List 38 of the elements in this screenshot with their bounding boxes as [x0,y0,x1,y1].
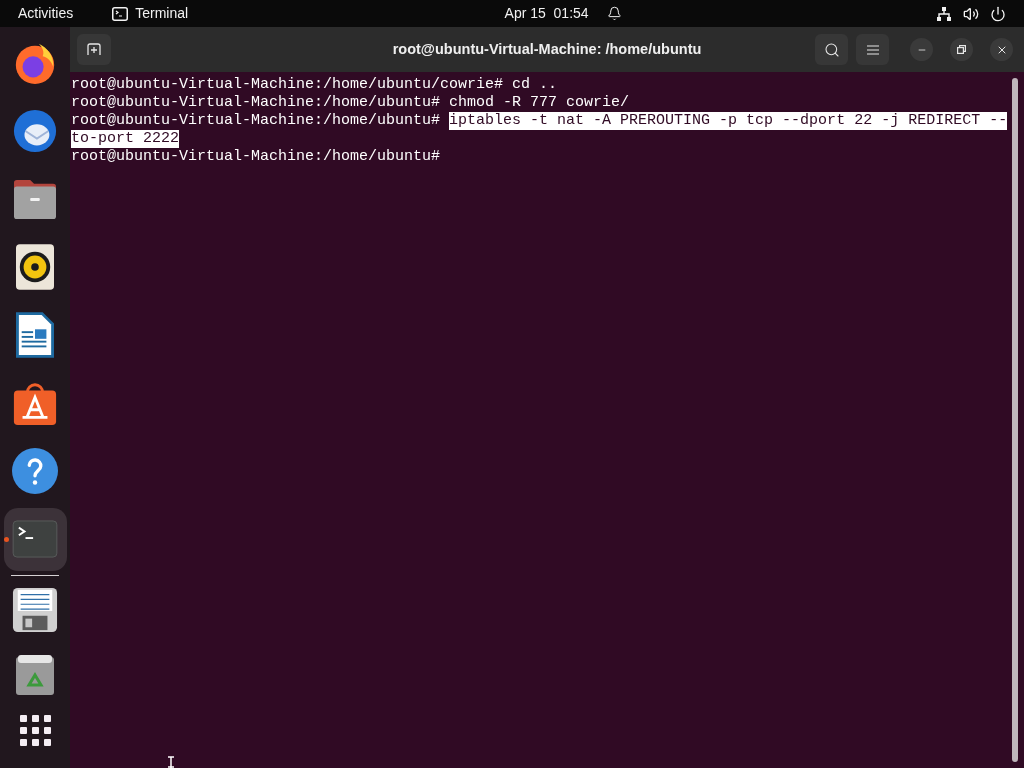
power-icon [990,5,1006,22]
terminal-prompt: root@ubuntu-Virtual-Machine:/home/ubuntu# [71,94,441,112]
terminal-prompt: root@ubuntu-Virtual-Machine:/home/ubuntu# [71,148,441,166]
document-icon [16,312,54,358]
new-tab-button[interactable] [77,34,111,65]
trash-icon [16,655,54,695]
folder-icon [12,178,58,220]
envelope-icon [12,108,58,154]
network-icon [936,5,952,22]
activities-button[interactable]: Activities [14,1,78,26]
clock[interactable]: Apr 15 01:54 [500,1,626,26]
scrollbar[interactable] [1012,78,1018,762]
close-button[interactable] [990,38,1013,61]
terminal-command: chmod -R 777 cowrie/ [449,94,630,112]
search-button[interactable] [815,34,848,65]
menu-icon [866,44,879,55]
terminal-command: cd .. [512,76,558,94]
volume-icon [963,5,979,22]
app-grid-icon [19,714,51,746]
shopping-bag-icon [12,380,58,426]
window-title: root@ubuntu-Virtual-Machine: /home/ubuntu [392,39,702,59]
i-beam-pointer-icon [167,756,175,768]
app-menu[interactable]: Terminal [108,1,193,26]
restore-icon [957,45,966,54]
terminal-prompt: root@ubuntu-Virtual-Machine:/home/ubuntu/cowrie# [71,76,504,94]
help-icon [12,448,58,494]
terminal-command: to-port 2222 [71,130,180,148]
speaker-icon [16,244,54,290]
terminal-icon [112,6,129,21]
terminal-command: iptables -t nat -A PREROUTING -p tcp --dport 22 -j REDIRECT -- [449,112,1008,130]
terminal-prompt: root@ubuntu-Virtual-Machine:/home/ubuntu# [71,112,441,130]
menu-button[interactable] [856,34,889,65]
search-icon [823,41,840,58]
restore-button[interactable] [950,38,973,61]
terminal-icon [12,520,58,558]
alarm-bell-icon [606,6,622,21]
new-tab-icon [87,43,101,56]
minimize-button[interactable] [910,38,933,61]
